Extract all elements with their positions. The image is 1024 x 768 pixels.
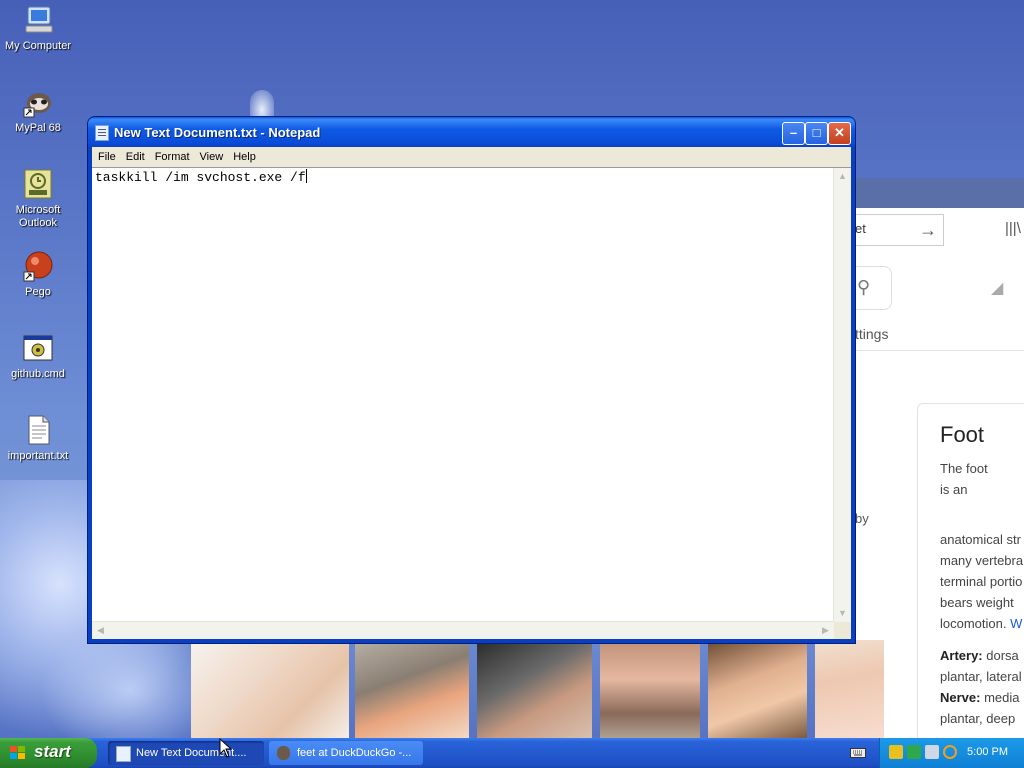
image-result[interactable] <box>191 640 349 738</box>
system-tray: 5:00 PM <box>879 738 1024 768</box>
desktop-icon-mypal[interactable]: MyPal 68 <box>0 86 76 135</box>
go-arrow-icon[interactable]: → <box>919 220 937 241</box>
megaphone-icon[interactable]: ◢ <box>991 278 1003 298</box>
image-result[interactable] <box>477 640 592 738</box>
start-button[interactable]: start <box>0 738 97 768</box>
text-caret <box>305 169 307 183</box>
cmd-icon <box>22 332 54 364</box>
panel-title: Foot <box>940 422 985 447</box>
maximize-button[interactable]: □ <box>805 122 828 145</box>
desktop-icon-github-cmd[interactable]: github.cmd <box>0 332 76 381</box>
desktop-icon-outlook[interactable]: Microsoft Outlook <box>0 168 76 230</box>
mypal-icon <box>277 746 290 760</box>
browser-titlebar <box>855 178 1024 208</box>
scroll-left-icon[interactable]: ◀ <box>92 622 109 639</box>
panel-intro: The foot is an <box>940 461 988 497</box>
taskbar-item-notepad[interactable]: New Text Document.... <box>108 741 264 765</box>
clock: 5:00 PM <box>967 746 1008 758</box>
notepad-icon <box>116 746 131 762</box>
panel-body: anatomical str many vertebra terminal po… <box>940 532 1024 631</box>
divider <box>855 350 1024 351</box>
security-shield-icon[interactable] <box>889 745 903 759</box>
scroll-right-icon[interactable]: ▶ <box>817 622 834 639</box>
library-icon[interactable]: |||\ <box>1005 220 1021 237</box>
panel-facts: Artery: dorsa plantar, lateral Nerve: me… <box>940 648 1022 726</box>
notepad-window: New Text Document.txt - Notepad – □ ✕ Fi… <box>88 117 855 643</box>
mypal-icon <box>22 86 54 118</box>
windows-logo-icon <box>10 746 26 760</box>
text-file-icon <box>22 414 54 446</box>
image-result[interactable] <box>815 640 884 738</box>
taskbar-item-browser[interactable]: feet at DuckDuckGo -... <box>269 741 423 765</box>
image-result[interactable] <box>708 640 807 738</box>
panel-link[interactable]: W <box>1010 616 1022 631</box>
window-title: New Text Document.txt - Notepad <box>114 125 321 140</box>
browser-url-text: et <box>855 221 866 236</box>
menu-view[interactable]: View <box>195 147 229 167</box>
knowledge-panel: Foot The foot is an anatomical str many … <box>917 403 1024 745</box>
vertical-scrollbar[interactable]: ▲ ▼ <box>833 168 851 622</box>
taskbar: start New Text Document.... feet at Duck… <box>0 738 1024 768</box>
menu-format[interactable]: Format <box>150 147 195 167</box>
network-icon[interactable] <box>907 745 921 759</box>
notepad-icon <box>95 125 109 141</box>
search-icon[interactable] <box>943 745 957 759</box>
horizontal-scrollbar[interactable]: ◀ ▶ <box>92 621 834 639</box>
desktop-icon-pego[interactable]: Pego <box>0 250 76 299</box>
image-result[interactable] <box>600 640 700 738</box>
pego-icon <box>22 250 54 282</box>
text-editor[interactable]: taskkill /im svchost.exe /f ▲ ▼ ◀ ▶ <box>92 167 851 639</box>
notepad-titlebar[interactable]: New Text Document.txt - Notepad – □ ✕ <box>88 117 855 147</box>
close-button[interactable]: ✕ <box>828 122 851 145</box>
menu-file[interactable]: File <box>93 147 121 167</box>
display-icon[interactable] <box>925 745 939 759</box>
my-computer-icon <box>22 4 54 36</box>
image-result[interactable] <box>355 640 469 738</box>
search-icon[interactable]: ⚲ <box>857 277 870 298</box>
resize-grip[interactable] <box>834 622 851 639</box>
scroll-down-icon[interactable]: ▼ <box>834 605 851 622</box>
editor-content[interactable]: taskkill /im svchost.exe /f <box>95 169 307 185</box>
settings-link[interactable]: ttings <box>855 326 888 342</box>
desktop-icon-important-txt[interactable]: important.txt <box>0 414 76 463</box>
result-text-fragment: by <box>855 511 869 526</box>
outlook-icon <box>22 168 54 200</box>
menu-bar: File Edit Format View Help <box>92 147 851 167</box>
image-results-strip <box>191 640 884 738</box>
keyboard-icon[interactable] <box>850 746 866 759</box>
menu-edit[interactable]: Edit <box>121 147 150 167</box>
minimize-button[interactable]: – <box>782 122 805 145</box>
desktop-icon-my-computer[interactable]: My Computer <box>0 4 76 53</box>
scroll-up-icon[interactable]: ▲ <box>834 168 851 185</box>
menu-help[interactable]: Help <box>228 147 261 167</box>
